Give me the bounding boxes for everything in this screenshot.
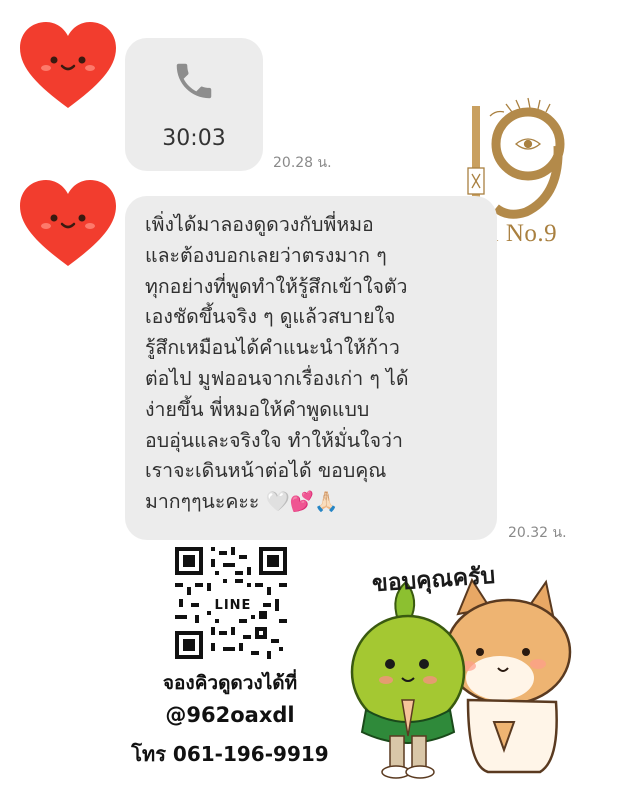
heart-avatar-icon[interactable] xyxy=(18,180,118,270)
message-bubble[interactable]: เพิ่งได้มาลองดูดวงกับพี่หมอ และต้องบอกเล… xyxy=(125,196,497,540)
phone-number[interactable]: โทร 061-196-9919 xyxy=(110,738,350,770)
message-timestamp: 20.32 น. xyxy=(508,525,567,541)
message-text: เพิ่งได้มาลองดูดวงกับพี่หมอ และต้องบอกเล… xyxy=(145,213,409,514)
booking-label: จองคิวดูดวงได้ที่ xyxy=(162,672,298,694)
phone-icon xyxy=(176,63,212,99)
call-bubble[interactable]: 30:03 xyxy=(125,38,263,171)
call-timestamp: 20.28 น. xyxy=(273,155,332,171)
line-id[interactable]: @962oaxdl xyxy=(110,703,350,727)
qr-line-label: LINE xyxy=(211,595,255,615)
call-duration: 30:03 xyxy=(162,126,226,151)
heart-avatar-icon[interactable] xyxy=(18,22,118,112)
